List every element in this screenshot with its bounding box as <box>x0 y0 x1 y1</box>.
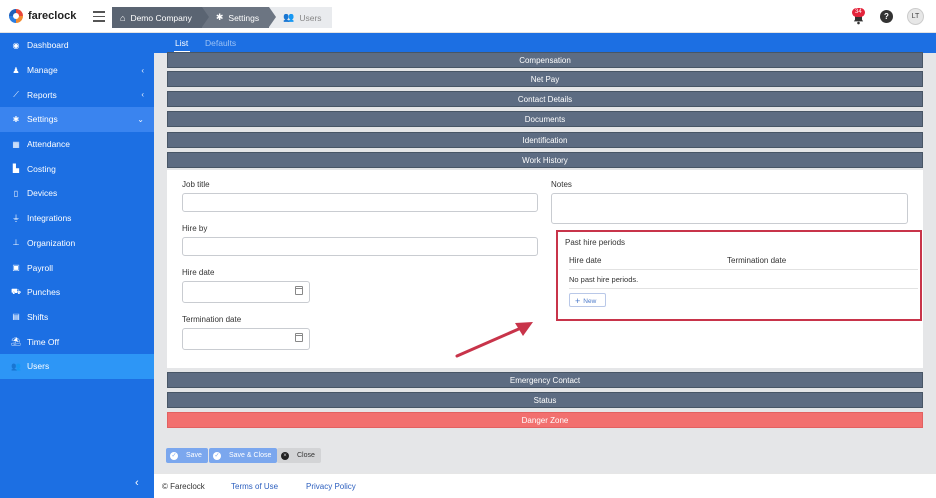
job-title-input[interactable] <box>182 193 538 212</box>
footer: © Fareclock Terms of Use Privacy Policy <box>154 473 936 498</box>
sidebar-item-reports[interactable]: ⟋ Reports ‹ <box>0 82 154 107</box>
hire-by-label: Hire by <box>182 224 208 233</box>
avatar[interactable]: LT <box>907 8 924 25</box>
breadcrumb: ⌂ Demo Company ✱ Settings 👥 Users <box>112 7 332 28</box>
notifications-button[interactable]: 34 <box>851 7 867 25</box>
section-status[interactable]: Status <box>167 392 923 408</box>
tabs-bar: List Defaults <box>154 33 936 53</box>
sidebar: ◉ Dashboard ♟ Manage ‹ ⟋ Reports ‹ ✱ Settings ⌄… <box>0 33 154 498</box>
collapse-sidebar-icon[interactable]: ‹ <box>135 477 139 489</box>
costing-icon: ▙ <box>12 164 20 174</box>
termination-date-label: Termination date <box>182 315 242 324</box>
sidebar-item-costing[interactable]: ▙ Costing <box>0 156 154 181</box>
section-net-pay[interactable]: Net Pay <box>167 71 923 87</box>
check-circle-icon: ✓ <box>213 451 221 460</box>
hire-date-input[interactable] <box>182 281 310 303</box>
users-icon: 👥 <box>283 12 295 22</box>
termination-date-input[interactable] <box>182 328 310 350</box>
sidebar-item-time-off[interactable]: ⛱ Time Off <box>0 329 154 354</box>
breadcrumb-demo-company[interactable]: ⌂ Demo Company <box>112 7 209 28</box>
gear-icon: ✱ <box>215 12 224 22</box>
work-history-panel: Job title Hire by Hire date Termination … <box>167 170 923 368</box>
check-circle-icon: ✓ <box>170 451 178 460</box>
fareclock-logo-icon <box>9 9 23 23</box>
breadcrumb-users: 👥 Users <box>269 7 332 28</box>
home-icon: ⌂ <box>120 12 126 23</box>
section-emergency-contact[interactable]: Emergency Contact <box>167 372 923 388</box>
help-button[interactable]: ? <box>880 10 893 23</box>
close-button[interactable]: × Close <box>277 448 321 463</box>
sidebar-item-punches[interactable]: ⛟ Punches <box>0 280 154 305</box>
column-termination-date: Termination date <box>727 256 787 265</box>
sidebar-item-integrations[interactable]: ⏚ Integrations <box>0 206 154 231</box>
attendance-icon: ▦ <box>12 139 20 149</box>
chevron-left-icon: ‹ <box>141 90 144 100</box>
notes-textarea[interactable] <box>551 193 908 224</box>
terms-link[interactable]: Terms of Use <box>231 482 278 491</box>
sidebar-item-payroll[interactable]: ▣ Payroll <box>0 255 154 280</box>
top-bar: fareclock ⌂ Demo Company ✱ Settings 👥 Us… <box>0 0 936 33</box>
sidebar-item-devices[interactable]: ▯ Devices <box>0 181 154 206</box>
privacy-link[interactable]: Privacy Policy <box>306 482 356 491</box>
shifts-icon: ▤ <box>12 312 20 322</box>
new-past-hire-button[interactable]: + New <box>569 293 606 307</box>
chart-icon: ⟋ <box>13 89 19 99</box>
sidebar-item-dashboard[interactable]: ◉ Dashboard <box>0 33 154 58</box>
column-hire-date: Hire date <box>569 256 602 265</box>
chevron-left-icon: ‹ <box>141 65 144 75</box>
sidebar-item-organization[interactable]: ⊥ Organization <box>0 231 154 256</box>
sidebar-item-shifts[interactable]: ▤ Shifts <box>0 305 154 330</box>
hamburger-menu-icon[interactable] <box>93 11 105 22</box>
section-work-history[interactable]: Work History <box>167 152 923 168</box>
calendar-icon[interactable] <box>295 333 303 342</box>
save-button[interactable]: ✓ Save <box>166 448 208 463</box>
payroll-icon: ▣ <box>12 263 20 273</box>
past-hire-periods-title: Past hire periods <box>565 238 626 247</box>
tab-defaults[interactable]: Defaults <box>205 38 236 48</box>
calendar-icon[interactable] <box>295 286 303 295</box>
past-hire-empty-text: No past hire periods. <box>569 275 639 284</box>
section-compensation[interactable]: Compensation <box>167 52 923 68</box>
divider <box>569 288 918 289</box>
close-circle-icon: × <box>281 451 289 460</box>
dashboard-icon: ◉ <box>12 40 20 50</box>
section-contact-details[interactable]: Contact Details <box>167 91 923 107</box>
plus-icon: + <box>575 295 581 306</box>
past-hire-periods-box: Past hire periods Hire date Termination … <box>556 230 922 321</box>
org-icon: ⊥ <box>12 238 20 248</box>
plug-icon: ⏚ <box>12 213 20 223</box>
save-and-close-button[interactable]: ✓ Save & Close <box>209 448 278 463</box>
gear-icon: ✱ <box>12 114 20 124</box>
hire-by-input[interactable] <box>182 237 538 256</box>
chevron-down-icon: ⌄ <box>137 114 144 124</box>
notifications-badge: 34 <box>852 7 865 17</box>
notes-label: Notes <box>551 180 572 189</box>
annotation-arrow-icon <box>455 322 533 358</box>
app-name: fareclock <box>28 10 77 22</box>
timeoff-icon: ⛱ <box>10 337 22 347</box>
hire-date-label: Hire date <box>182 268 215 277</box>
sidebar-item-manage[interactable]: ♟ Manage ‹ <box>0 58 154 83</box>
section-identification[interactable]: Identification <box>167 132 923 148</box>
sidebar-item-attendance[interactable]: ▦ Attendance <box>0 132 154 157</box>
past-hire-table-header: Hire date Termination date <box>569 256 918 270</box>
tab-list[interactable]: List <box>173 38 191 53</box>
job-title-label: Job title <box>182 180 210 189</box>
copyright-text: © Fareclock <box>162 482 205 491</box>
device-icon: ▯ <box>13 188 19 198</box>
section-documents[interactable]: Documents <box>167 111 923 127</box>
sidebar-item-users[interactable]: 👥 Users <box>0 353 154 379</box>
main-content: Compensation Net Pay Contact Details Doc… <box>154 52 936 473</box>
users-icon: 👥 <box>11 361 21 371</box>
sidebar-item-settings[interactable]: ✱ Settings ⌄ <box>0 107 154 132</box>
punch-icon: ⛟ <box>10 287 22 297</box>
person-icon: ♟ <box>12 65 20 75</box>
app-logo[interactable]: fareclock <box>9 9 76 23</box>
section-danger-zone[interactable]: Danger Zone <box>167 412 923 428</box>
breadcrumb-settings[interactable]: ✱ Settings <box>201 7 277 28</box>
